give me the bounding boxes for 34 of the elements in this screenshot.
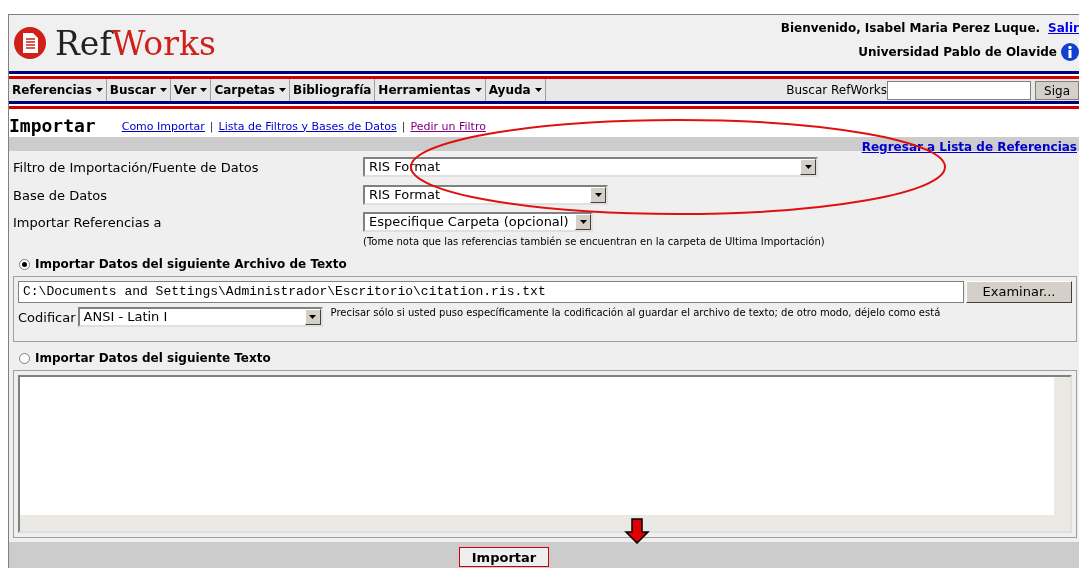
search-button[interactable]: Siga [1035,80,1079,100]
option-label: Importar Datos del siguiente Texto [35,350,271,367]
logo-text[interactable]: RefWorks [55,26,216,60]
dropdown[interactable]: Especifique Carpeta (opcional) [363,212,593,232]
field-label: Importar Referencias a [13,214,163,232]
link-separator: | [401,118,406,135]
vertical-scrollbar[interactable] [1054,377,1070,531]
note-text: (Tome nota que las referencias también se encuentran en la carpeta de Ultima Importación) [363,235,825,249]
link-separator: | [209,118,214,135]
page-title: Importar [9,117,96,135]
radio-button[interactable] [19,258,30,270]
dropdown[interactable]: ANSI - Latin I [77,307,323,327]
file-path-field[interactable]: C:\Documents and Settings\Administrador\Escritorio\citation.ris.txt [18,281,964,303]
logo-icon [13,26,47,60]
browse-button[interactable]: Examinar... [966,281,1072,303]
horizontal-scrollbar[interactable] [20,515,1054,531]
import-button[interactable]: Importar [458,547,550,567]
help-link[interactable]: Pedir un Filtro [410,118,486,135]
radio-button[interactable] [19,352,30,364]
field-label: Base de Datos [13,186,108,205]
search-field[interactable] [887,80,1032,100]
info-icon[interactable] [1061,43,1079,61]
option-label: Importar Datos del siguiente Archivo de Texto [35,256,347,273]
search-label: Buscar RefWorks [786,82,888,99]
encoding-label: Codificar [18,309,76,327]
welcome-text: Bienvenido, Isabel Maria Perez Luque. [780,20,1041,37]
arrow-icon [624,518,650,544]
help-link[interactable]: Como Importar [121,118,205,135]
field-label: Filtro de Importación/Fuente de Datos [13,159,260,177]
institution-name: Universidad Pablo de Olavide [858,44,1057,61]
encoding-note: Precisar sólo si usted puso específicamente la codificación al guardar el archivo de texto; de otro modo, déjelo como está [330,307,942,319]
dropdown[interactable]: RIS Format [363,184,608,205]
logout-link[interactable]: Salir [1048,19,1079,37]
help-link[interactable]: Lista de Filtros y Bases de Datos [218,118,397,135]
